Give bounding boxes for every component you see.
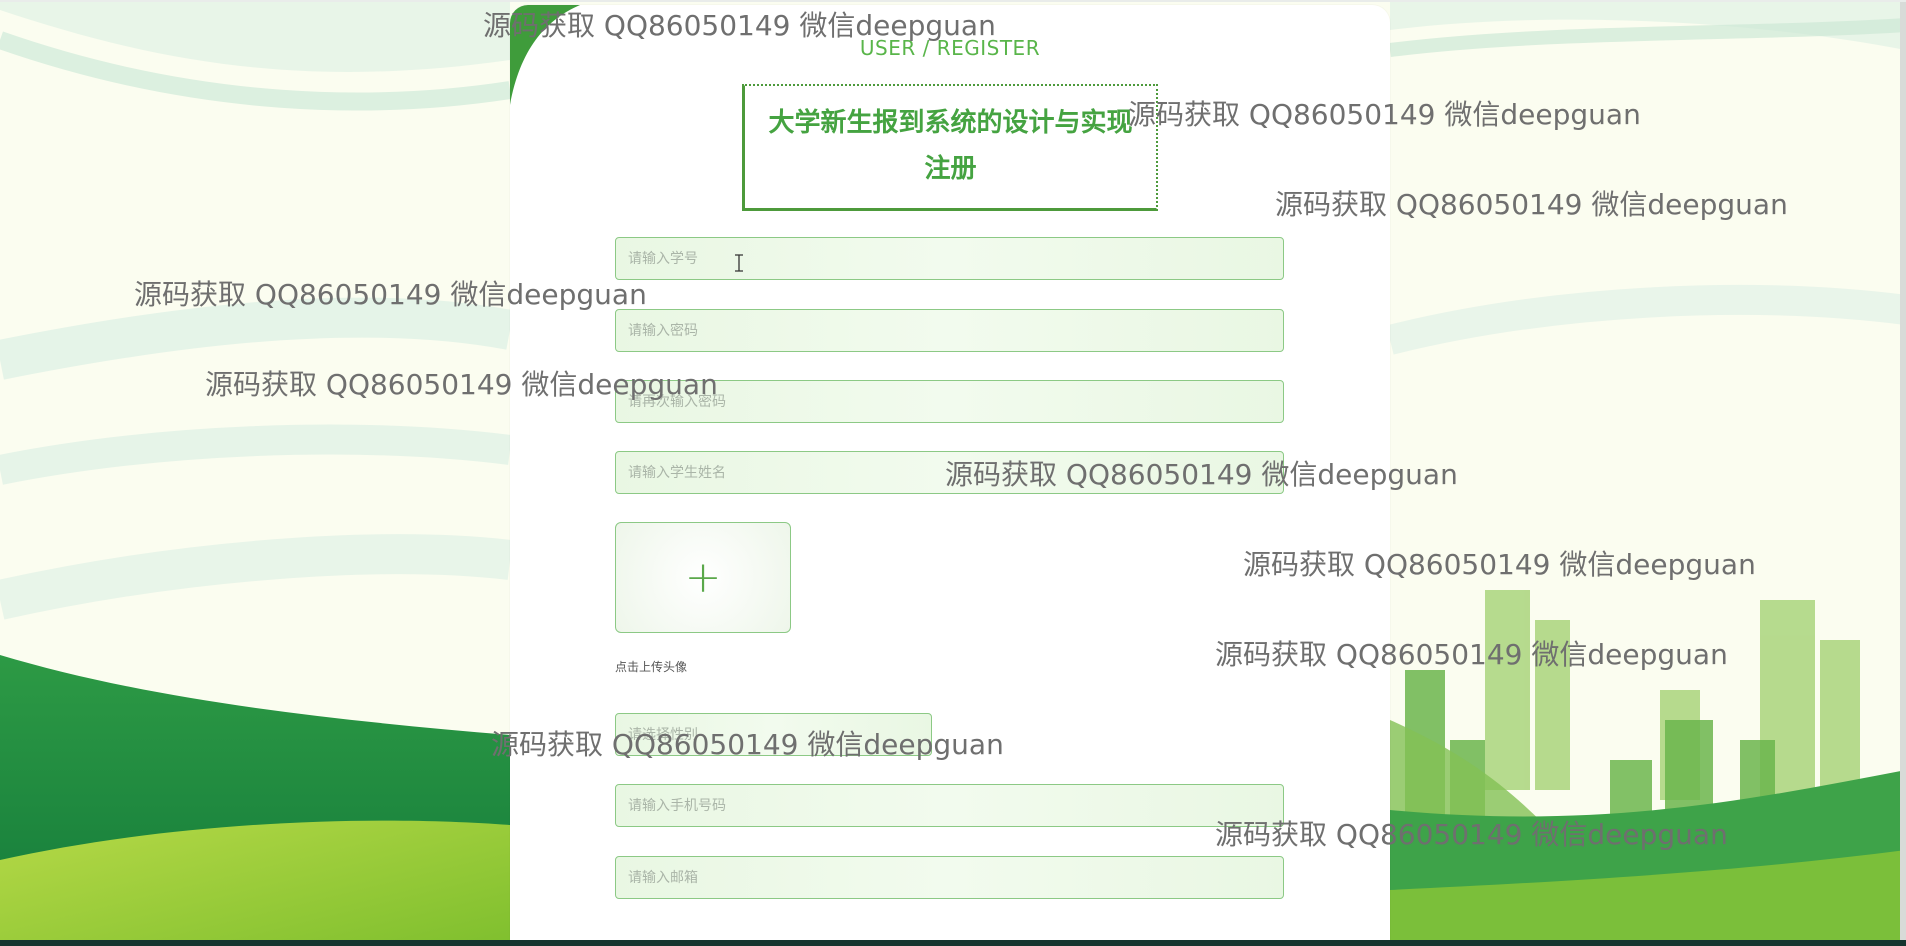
password-input[interactable] [615,309,1284,352]
student-id-input[interactable] [615,237,1284,280]
page-subtitle-cn: 注册 [924,154,977,184]
confirm-password-input[interactable] [615,380,1284,423]
avatar-upload-button[interactable]: + [615,522,791,633]
text-cursor-icon [735,254,743,272]
title-box: 大学新生报到系统的设计与实现 注册 [742,84,1158,211]
page-title: 大学新生报到系统的设计与实现 [768,108,1133,138]
plus-icon: + [684,552,722,603]
window-top-border [0,0,1906,2]
student-name-input[interactable] [615,451,1284,494]
taskbar-strip [0,940,1906,946]
email-input[interactable] [615,856,1284,899]
page-subtitle: USER / REGISTER [859,36,1041,60]
register-panel: USER / REGISTER 大学新生报到系统的设计与实现 注册 + 点击上传… [510,5,1390,940]
phone-input[interactable] [615,784,1284,827]
gender-select[interactable] [615,713,932,756]
avatar-upload-label: 点击上传头像 [615,660,688,674]
